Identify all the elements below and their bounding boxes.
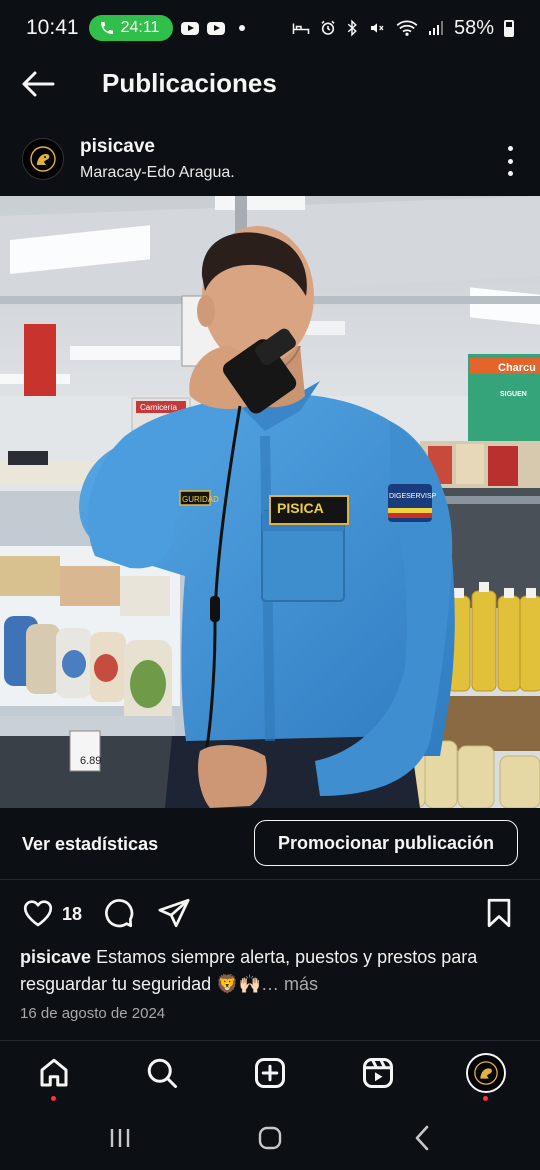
comment-icon [105, 899, 134, 928]
post-header: pisicave Maracay-Edo Aragua. [0, 130, 540, 194]
search-icon [147, 1058, 177, 1088]
store-sign-text: Carnicería [140, 403, 177, 412]
wifi-icon [396, 20, 418, 36]
recent-apps-button[interactable] [100, 1122, 140, 1154]
alarm-icon [321, 20, 335, 35]
battery-icon [504, 19, 514, 37]
caption-username[interactable]: pisicave [20, 947, 91, 967]
mute-icon [370, 23, 384, 33]
post-location[interactable]: Maracay-Edo Aragua. [80, 164, 235, 182]
save-button[interactable] [482, 896, 516, 935]
chevron-left-icon [415, 1125, 429, 1151]
nav-home[interactable] [34, 1053, 74, 1101]
bluetooth-icon [347, 19, 357, 37]
bed-icon [292, 23, 310, 34]
shoulder-patch-text: DIGESERVISP [389, 493, 437, 500]
phone-icon [100, 22, 113, 34]
post-date: 16 de agosto de 2024 [20, 1005, 166, 1022]
top-header: Publicaciones [0, 56, 540, 112]
plus-square-icon [255, 1058, 285, 1088]
signal-icon [428, 21, 443, 35]
badge-text: PISICA [277, 500, 324, 516]
status-bar: 10:41 24:11 58% [0, 0, 540, 56]
price-tag: 6.89 [80, 755, 101, 767]
system-navigation [0, 1106, 540, 1170]
lion-logo-icon [30, 146, 56, 172]
home-system-button[interactable] [250, 1122, 290, 1154]
promo-sign-text: Charcu [498, 362, 536, 374]
post-username[interactable]: pisicave [80, 136, 155, 158]
home-notification-dot [51, 1096, 56, 1101]
status-time: 10:41 [26, 16, 79, 39]
youtube-icon [181, 21, 200, 35]
call-timer: 24:11 [120, 19, 160, 36]
more-dot-icon [507, 171, 513, 176]
heart-icon [23, 900, 53, 927]
more-dot-icon [507, 158, 513, 164]
nav-profile[interactable] [466, 1053, 506, 1101]
more-options-button[interactable] [502, 146, 518, 176]
nav-create[interactable] [250, 1053, 290, 1093]
status-icons: 58% [292, 17, 514, 40]
promo-small-text: SIGUEN [500, 391, 527, 398]
page-title: Publicaciones [102, 68, 277, 98]
lion-logo-icon [474, 1061, 498, 1085]
caption-more-link[interactable]: … más [261, 974, 318, 994]
youtube-icon [207, 21, 226, 35]
post-photo-illustration: 6.89 Carnicería Charcu SIGUEN PISICA GUR… [0, 196, 540, 808]
nav-search[interactable] [142, 1053, 182, 1093]
arrow-left-icon [22, 71, 55, 97]
promote-post-button[interactable]: Promocionar publicación [254, 820, 518, 866]
more-dot-icon [507, 146, 513, 151]
post-insights-row: Ver estadísticas Promocionar publicación [0, 808, 540, 880]
nav-reels[interactable] [358, 1053, 398, 1093]
post-photo[interactable]: 6.89 Carnicería Charcu SIGUEN PISICA GUR… [0, 196, 540, 808]
home-icon [40, 1058, 68, 1087]
comment-button[interactable] [100, 896, 136, 935]
share-button[interactable] [156, 896, 192, 935]
bottom-navigation [0, 1040, 540, 1106]
view-insights-link[interactable]: Ver estadísticas [22, 834, 158, 855]
recent-apps-icon [110, 1129, 130, 1147]
profile-avatar[interactable] [22, 138, 64, 180]
reels-icon [363, 1058, 393, 1088]
back-button[interactable] [18, 66, 58, 102]
send-icon [158, 898, 190, 928]
back-system-button[interactable] [402, 1122, 442, 1154]
call-indicator[interactable]: 24:11 [88, 15, 174, 41]
profile-notification-dot [483, 1096, 488, 1101]
home-circle-icon [258, 1126, 282, 1150]
post-actions: 18 [0, 892, 540, 936]
profile-avatar-small [466, 1053, 506, 1093]
like-button[interactable] [20, 896, 56, 935]
like-count[interactable]: 18 [62, 904, 82, 925]
chest-tag-text: GURIDAD [182, 495, 219, 504]
bookmark-icon [487, 898, 511, 928]
post-caption: pisicave Estamos siempre alerta, puestos… [20, 944, 520, 998]
dot-icon [239, 25, 246, 31]
battery-percent: 58% [453, 16, 494, 39]
